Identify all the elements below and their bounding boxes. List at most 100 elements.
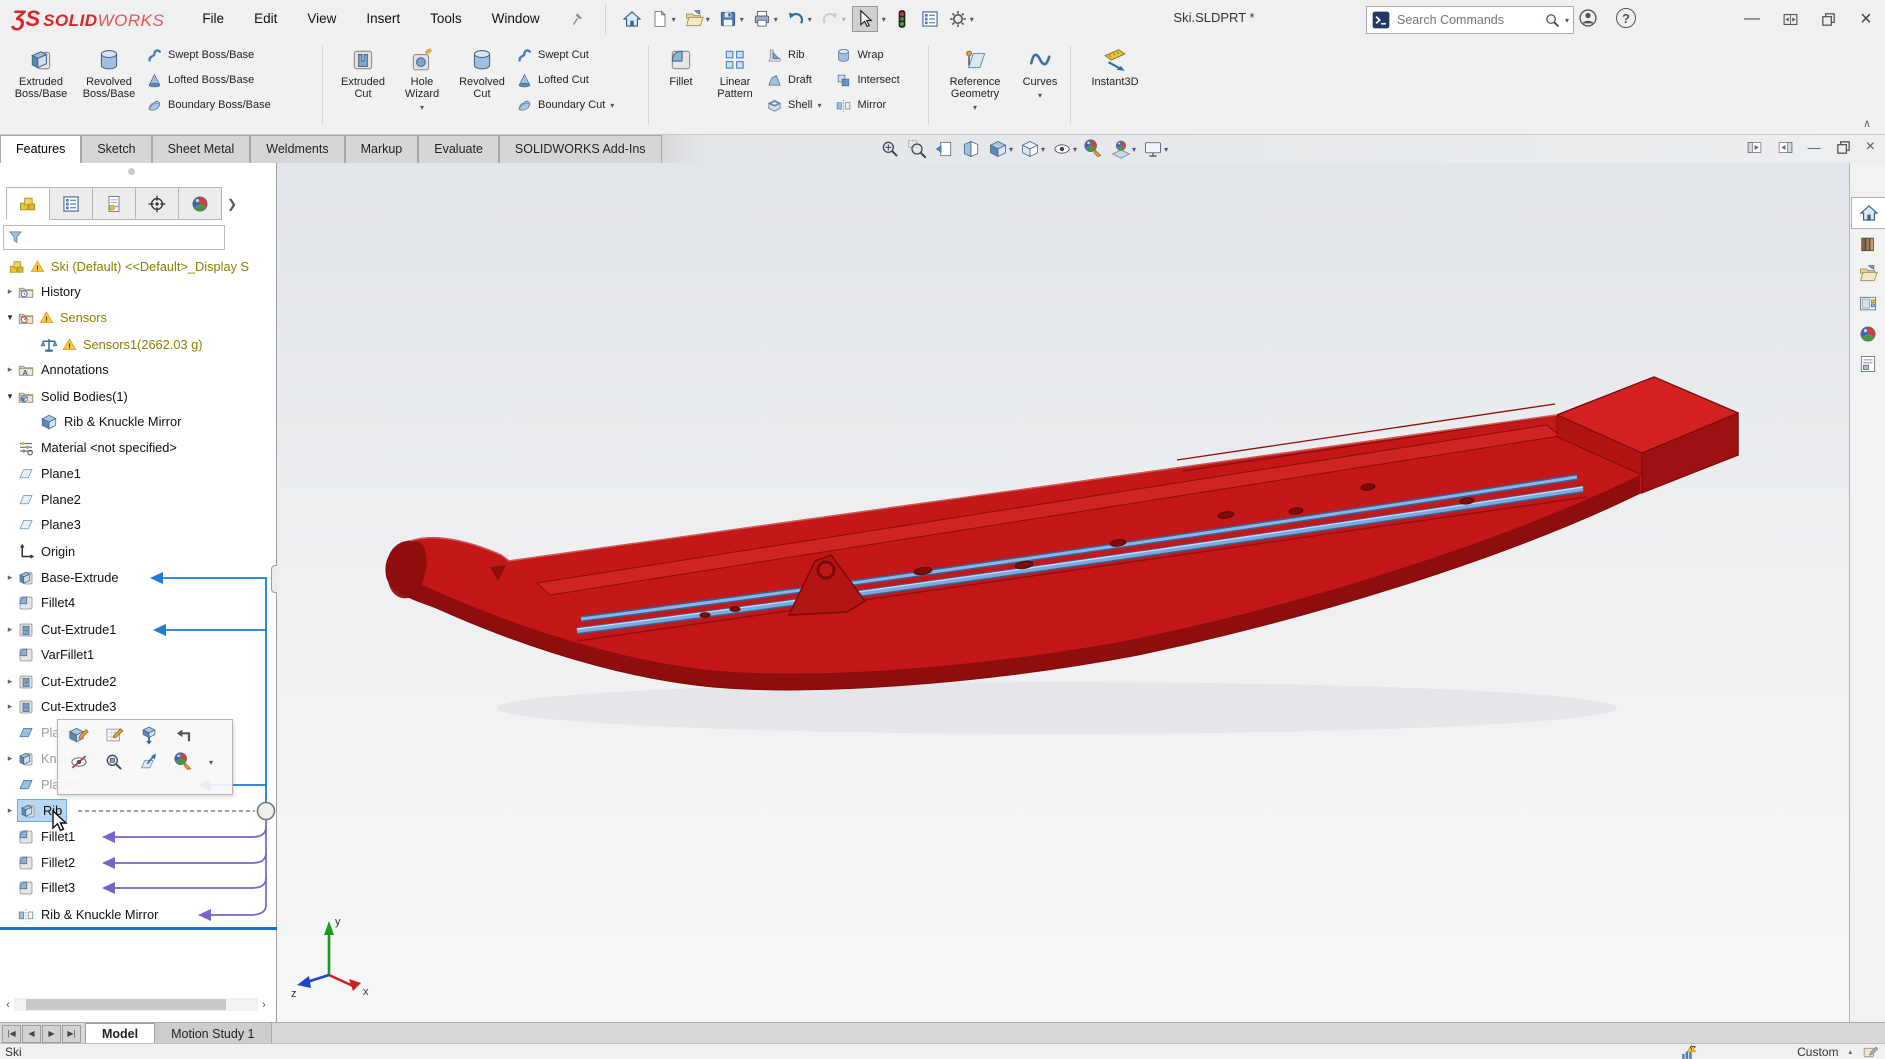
tab-sketch[interactable]: Sketch xyxy=(81,135,151,163)
home-button[interactable] xyxy=(620,7,644,31)
tree-item-history[interactable]: ▸History xyxy=(0,279,277,304)
dropdown-caret[interactable]: ▾ xyxy=(420,103,424,112)
dropdown-caret[interactable]: ▾ xyxy=(209,758,213,767)
rollback-drag-handle[interactable] xyxy=(258,803,275,820)
user-profile-icon[interactable] xyxy=(1578,8,1598,28)
expand-icon[interactable]: ▸ xyxy=(3,286,17,297)
close-button[interactable]: × xyxy=(1847,0,1885,38)
collapse-icon[interactable]: ▾ xyxy=(3,312,17,323)
tab-weldments[interactable]: Weldments xyxy=(250,135,344,163)
collapse-pane-left-icon[interactable] xyxy=(1746,139,1763,156)
menu-insert[interactable]: Insert xyxy=(366,11,400,28)
dropdown-caret[interactable]: ▾ xyxy=(808,15,812,24)
help-icon[interactable]: ? xyxy=(1616,8,1636,28)
menu-edit[interactable]: Edit xyxy=(254,11,277,28)
previous-view-icon[interactable] xyxy=(934,139,954,159)
file-properties-button[interactable] xyxy=(918,7,942,31)
fillet-button[interactable]: Fillet xyxy=(658,40,704,88)
expand-icon[interactable]: ▸ xyxy=(3,805,17,816)
swept-boss-base-button[interactable]: Swept Boss/Base xyxy=(146,46,271,64)
pin-menu-icon[interactable] xyxy=(570,11,587,28)
view-palette-icon[interactable] xyxy=(1851,289,1884,319)
close-document-button[interactable]: × xyxy=(1866,138,1875,156)
tab-sheet-metal[interactable]: Sheet Metal xyxy=(152,135,251,163)
menu-window[interactable]: Window xyxy=(492,11,540,28)
tree-item-fillet2[interactable]: Fillet2 xyxy=(0,850,277,875)
tab-features[interactable]: Features xyxy=(0,135,81,163)
suppress-icon[interactable] xyxy=(139,725,159,745)
boundary-boss-base-button[interactable]: Boundary Boss/Base xyxy=(146,96,271,114)
search-icon[interactable] xyxy=(1544,12,1561,29)
zoom-to-selection-icon[interactable] xyxy=(104,752,124,772)
scroll-left-icon[interactable]: ‹ xyxy=(2,999,14,1011)
shell-button[interactable]: Shell▾ xyxy=(766,96,821,114)
hide-show-items-icon[interactable]: ▾ xyxy=(1052,139,1077,159)
tree-item-rib-knuckle-mirror[interactable]: Rib & Knuckle Mirror xyxy=(0,902,277,927)
tab-solidworks-add-ins[interactable]: SOLIDWORKS Add-Ins xyxy=(499,135,662,163)
tab-markup[interactable]: Markup xyxy=(345,135,419,163)
prev-tab-icon[interactable]: ◀ xyxy=(22,1025,41,1043)
dropdown-caret[interactable]: ▾ xyxy=(1164,145,1168,154)
tree-item-rib[interactable]: ▸Rib xyxy=(0,798,277,823)
normal-to-icon[interactable] xyxy=(139,752,159,772)
dropdown-caret[interactable]: ▾ xyxy=(610,101,614,110)
last-tab-icon[interactable]: ▶| xyxy=(62,1025,81,1043)
wrap-button[interactable]: Wrap xyxy=(835,46,899,64)
apply-scene-icon[interactable]: ▾ xyxy=(1111,139,1136,159)
scroll-right-icon[interactable]: › xyxy=(258,999,270,1011)
intersect-button[interactable]: Intersect xyxy=(835,71,899,89)
dropdown-caret[interactable]: ▾ xyxy=(970,15,974,24)
restore-document-button[interactable] xyxy=(1835,139,1852,156)
tree-item-body-rib-knuckle-mirror[interactable]: Rib & Knuckle Mirror xyxy=(0,409,277,434)
restore-button[interactable] xyxy=(1809,0,1847,38)
save-button[interactable]: ▾ xyxy=(716,7,746,31)
hide-icon[interactable] xyxy=(69,752,89,772)
tree-item-plane1[interactable]: Plane1 xyxy=(0,461,277,486)
tree-item-sensors1[interactable]: Sensors1(2662.03 g) xyxy=(0,332,277,357)
tree-item-annotations[interactable]: ▸Annotations xyxy=(0,357,277,382)
tab-evaluate[interactable]: Evaluate xyxy=(418,135,499,163)
expand-icon[interactable]: ▸ xyxy=(3,572,17,583)
search-input[interactable] xyxy=(1395,12,1540,28)
dropdown-caret[interactable]: ▾ xyxy=(706,15,710,24)
curves-button[interactable]: Curves▾ xyxy=(1014,40,1066,100)
dropdown-caret[interactable]: ▾ xyxy=(882,15,886,24)
print-button[interactable]: ▾ xyxy=(750,7,780,31)
boundary-cut-button[interactable]: Boundary Cut▾ xyxy=(516,96,614,114)
lofted-cut-button[interactable]: Lofted Cut xyxy=(516,71,614,89)
new-document-button[interactable]: ▾ xyxy=(648,7,678,31)
undo-button[interactable]: ▾ xyxy=(784,7,814,31)
select-tool-button[interactable] xyxy=(852,6,878,32)
tree-item-plane3[interactable]: Plane3 xyxy=(0,512,277,537)
tab-propertymanager[interactable] xyxy=(50,187,93,220)
search-commands-box[interactable]: ▾ xyxy=(1366,6,1574,34)
appearances-scenes-icon[interactable] xyxy=(1851,319,1884,349)
menu-tools[interactable]: Tools xyxy=(430,11,462,28)
redo-button[interactable]: ▾ xyxy=(818,7,848,31)
unit-system-caret[interactable]: ▴ xyxy=(1848,1048,1852,1056)
tab-motion-study-1[interactable]: Motion Study 1 xyxy=(155,1023,271,1044)
rollback-icon[interactable] xyxy=(174,725,194,745)
minimize-document-button[interactable]: — xyxy=(1808,140,1821,155)
mirror-button[interactable]: Mirror xyxy=(835,96,899,114)
tree-item-cut-extrude3[interactable]: ▸Cut-Extrude3 xyxy=(0,694,277,719)
tab-featuremanager-design-tree[interactable] xyxy=(6,187,50,220)
zoom-to-area-icon[interactable] xyxy=(907,139,927,159)
tree-item-varfillet1[interactable]: VarFillet1 xyxy=(0,642,277,667)
appearances-icon[interactable] xyxy=(174,752,194,772)
dropdown-caret[interactable]: ▾ xyxy=(817,101,821,110)
menu-view[interactable]: View xyxy=(307,11,336,28)
tree-item-base-extrude[interactable]: ▸Base-Extrude xyxy=(0,565,277,590)
tree-item-fillet4[interactable]: Fillet4 xyxy=(0,590,277,615)
minimize-button[interactable]: — xyxy=(1733,0,1771,38)
lofted-boss-base-button[interactable]: Lofted Boss/Base xyxy=(146,71,271,89)
taskpane-home-icon[interactable] xyxy=(1851,197,1885,229)
reference-geometry-button[interactable]: Reference Geometry▾ xyxy=(940,40,1010,112)
tree-filter-input[interactable] xyxy=(28,230,221,246)
expand-icon[interactable]: ▸ xyxy=(3,701,17,712)
dropdown-caret[interactable]: ▾ xyxy=(1009,145,1013,154)
tree-item-plane2[interactable]: Plane2 xyxy=(0,487,277,512)
graphics-area[interactable]: y x z xyxy=(277,163,1849,1022)
tab-configurationmanager[interactable] xyxy=(93,187,136,220)
swept-cut-button[interactable]: Swept Cut xyxy=(516,46,614,64)
